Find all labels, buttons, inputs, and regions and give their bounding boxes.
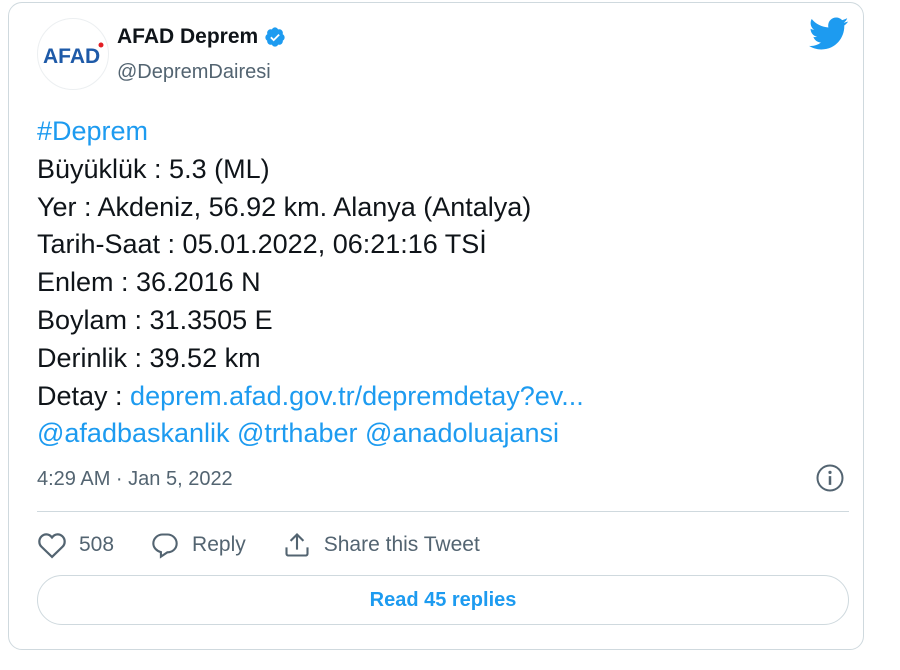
tweet-card: AFAD AFAD Deprem @DepremDairesi #Deprem … [8,2,864,650]
latitude-text: Enlem : 36.2016 N [37,267,261,298]
author-name-row[interactable]: AFAD Deprem [117,25,286,49]
reply-label: Reply [192,533,246,556]
depth-text: Derinlik : 39.52 km [37,342,261,373]
tweet-body: #Deprem Büyüklük : 5.3 (ML) Yer : Akdeni… [37,113,584,453]
longitude-text: Boylam : 31.3505 E [37,304,273,335]
tweet-timestamp[interactable]: 4:29 AM · Jan 5, 2022 [37,468,233,491]
heart-icon [38,533,66,559]
location-text: Yer : Akdeniz, 56.92 km. Alanya (Antalya… [37,191,532,222]
share-button[interactable]: Share this Tweet [282,531,480,559]
afad-logo-text: AFAD [43,45,100,68]
mentions-links[interactable]: @afadbaskanlik @trthaber @anadoluajansi [37,415,584,453]
datetime-text: Tarih-Saat : 05.01.2022, 06:21:16 TSİ [37,229,487,260]
share-label: Share this Tweet [323,533,480,556]
detail-label: Detay : [37,380,131,411]
display-name[interactable]: AFAD Deprem [117,25,258,49]
reply-bubble-icon [152,533,178,559]
avatar[interactable]: AFAD [37,18,109,90]
magnitude-text: Büyüklük : 5.3 (ML) [37,153,270,184]
share-arrow-icon [285,533,309,557]
detail-line: Detay : deprem.afad.gov.tr/depremdetay?e… [37,378,584,416]
detail-link[interactable]: deprem.afad.gov.tr/depremdetay?ev... [130,381,584,411]
twitter-bird-icon[interactable] [809,17,849,51]
hashtag-link[interactable]: #Deprem [37,113,584,151]
action-bar: 508 Reply Share this Tweet [37,528,516,562]
verified-badge-icon [265,27,285,47]
divider [37,511,849,512]
like-count: 508 [79,533,115,556]
author-handle[interactable]: @DepremDairesi [117,61,271,84]
reply-button[interactable]: Reply [150,531,246,559]
read-replies-button[interactable]: Read 45 replies [37,575,849,625]
like-button[interactable]: 508 [37,531,114,559]
info-icon[interactable] [815,463,845,493]
afad-logo-icon: AFAD [43,42,104,68]
